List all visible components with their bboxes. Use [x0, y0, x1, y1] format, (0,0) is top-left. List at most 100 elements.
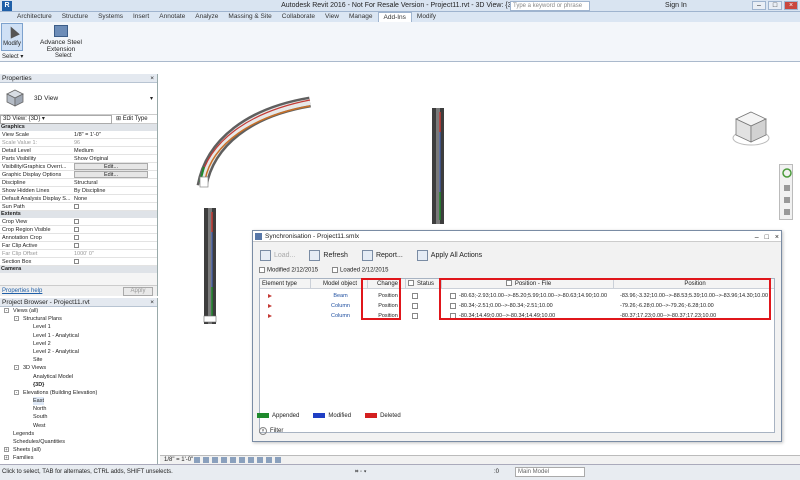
tree-item[interactable]: Legends — [0, 430, 157, 438]
tree-item[interactable]: Schedules/Quantities — [0, 438, 157, 446]
status-controls[interactable]: ⌗ ◦ ▾ — [355, 469, 366, 476]
tree-item[interactable]: {3D} — [0, 381, 157, 389]
tab-annotate[interactable]: Annotate — [154, 12, 190, 22]
tree-item[interactable]: East — [0, 397, 157, 406]
property-value[interactable]: Medium — [74, 147, 148, 155]
tab-systems[interactable]: Systems — [93, 12, 128, 22]
view-scale[interactable]: 1/8" = 1'-0" — [164, 457, 193, 463]
col-status[interactable]: Status — [406, 279, 442, 289]
column-right[interactable] — [432, 108, 444, 224]
tree-item[interactable]: Level 1 - Analytical — [0, 332, 157, 340]
maximize-icon[interactable]: □ — [765, 232, 769, 243]
tree-item[interactable]: - Elevations (Building Elevation) — [0, 389, 157, 397]
edit-type-button[interactable]: ⊞ Edit Type — [116, 115, 148, 124]
curved-beam[interactable] — [196, 96, 311, 188]
tree-item[interactable]: West — [0, 422, 157, 430]
property-value[interactable]: 1/8" = 1'-0" — [74, 131, 148, 139]
steering-wheel-icon[interactable] — [780, 165, 794, 221]
apply-button[interactable]: Apply — [123, 287, 153, 296]
tree-item[interactable]: Level 1 — [0, 323, 157, 331]
tab-structure[interactable]: Structure — [57, 12, 93, 22]
tree-item[interactable]: Level 2 - Analytical — [0, 348, 157, 356]
tab-view[interactable]: View — [320, 12, 344, 22]
collapse-icon[interactable]: - — [14, 316, 19, 322]
expand-icon[interactable]: + — [4, 455, 9, 461]
status-cell[interactable] — [410, 311, 442, 321]
tree-item[interactable]: Site — [0, 356, 157, 364]
status-cell[interactable] — [410, 301, 442, 311]
reveal-icon[interactable] — [275, 457, 281, 463]
edit-button[interactable]: Edit... — [74, 171, 148, 178]
close-icon[interactable]: × — [784, 1, 798, 10]
property-value[interactable]: By Discipline — [74, 187, 148, 195]
section-camera[interactable]: Camera — [0, 266, 157, 273]
modify-button[interactable]: Modify — [1, 23, 23, 51]
minimize-icon[interactable]: – — [755, 232, 759, 243]
checkbox-icon[interactable] — [74, 219, 79, 224]
view-selector[interactable]: 3D View: {3D} ▾ — [0, 115, 112, 124]
collapse-icon[interactable]: - — [4, 308, 9, 313]
tree-item[interactable]: Level 2 — [0, 340, 157, 348]
tree-item[interactable]: Analytical Model — [0, 373, 157, 381]
tree-item[interactable]: - Views (all) — [0, 307, 157, 315]
property-value[interactable]: None — [74, 195, 148, 203]
status-checkbox[interactable] — [412, 312, 418, 319]
sign-in-link[interactable]: Sign In — [665, 2, 687, 9]
tab-massing-site[interactable]: Massing & Site — [223, 12, 276, 22]
tree-item[interactable]: - Structural Plans — [0, 315, 157, 323]
type-selector[interactable]: 3D View ▾ — [0, 83, 157, 115]
property-value[interactable]: Show Original — [74, 155, 148, 163]
property-value[interactable]: 1000' 0" — [74, 250, 148, 258]
status-checkbox[interactable] — [408, 280, 414, 287]
render-icon[interactable] — [230, 457, 236, 463]
collapse-icon[interactable]: - — [14, 365, 19, 371]
shadows-icon[interactable] — [221, 457, 227, 463]
filter-toggle[interactable]: ˅ Filter — [259, 427, 283, 435]
close-icon[interactable]: × — [150, 74, 154, 83]
tree-item[interactable]: South — [0, 413, 157, 421]
checkbox-icon[interactable] — [74, 243, 79, 248]
edit-button[interactable]: Edit... — [74, 163, 148, 170]
checkbox-icon[interactable] — [74, 227, 79, 232]
expand-icon[interactable]: + — [4, 447, 9, 453]
status-cell[interactable] — [410, 291, 442, 301]
apply-all-actions-button[interactable]: Apply All Actions — [414, 247, 485, 263]
visual-style-icon[interactable] — [203, 457, 209, 463]
checkbox-icon[interactable] — [74, 235, 79, 240]
detail-level-icon[interactable] — [194, 457, 200, 463]
close-icon[interactable]: × — [775, 232, 779, 243]
tab-architecture[interactable]: Architecture — [12, 12, 57, 22]
tree-item[interactable]: -3D Views — [0, 364, 157, 372]
report-button[interactable]: Report... — [359, 247, 406, 263]
show-crop-icon[interactable] — [248, 457, 254, 463]
column-left[interactable] — [203, 208, 217, 324]
advance-steel-extension-button[interactable]: Advance Steel Extension — [30, 25, 92, 53]
minimize-icon[interactable]: – — [752, 1, 766, 10]
property-value[interactable]: Structural — [74, 179, 148, 187]
col-model-object[interactable]: Model object — [311, 279, 368, 289]
status-checkbox[interactable] — [412, 292, 418, 299]
select-dropdown[interactable]: Select ▾ — [2, 53, 23, 60]
navigation-bar[interactable] — [779, 164, 793, 220]
maximize-icon[interactable]: □ — [768, 1, 782, 10]
refresh-button[interactable]: Refresh — [306, 247, 351, 263]
lock-icon[interactable] — [257, 457, 263, 463]
collapse-icon[interactable]: - — [14, 389, 19, 395]
crop-icon[interactable] — [239, 457, 245, 463]
properties-help-link[interactable]: Properties help — [2, 288, 42, 294]
tab-analyze[interactable]: Analyze — [190, 12, 223, 22]
tab-modify[interactable]: Modify — [412, 12, 441, 22]
section-extents[interactable]: Extents — [0, 211, 157, 218]
temp-hide-icon[interactable] — [266, 457, 272, 463]
load-button[interactable]: Load... — [257, 247, 298, 263]
sun-path-icon[interactable] — [212, 457, 218, 463]
close-icon[interactable]: × — [150, 298, 154, 307]
tree-item[interactable]: + Sheets (all) — [0, 446, 157, 454]
tab-collaborate[interactable]: Collaborate — [277, 12, 320, 22]
tab-add-ins[interactable]: Add-Ins — [377, 12, 412, 22]
viewcube-icon[interactable] — [730, 108, 772, 150]
status-checkbox[interactable] — [412, 302, 418, 309]
col-element-type[interactable]: Element type — [260, 279, 311, 289]
chevron-down-icon[interactable]: ▾ — [150, 95, 153, 102]
tab-manage[interactable]: Manage — [344, 12, 378, 22]
